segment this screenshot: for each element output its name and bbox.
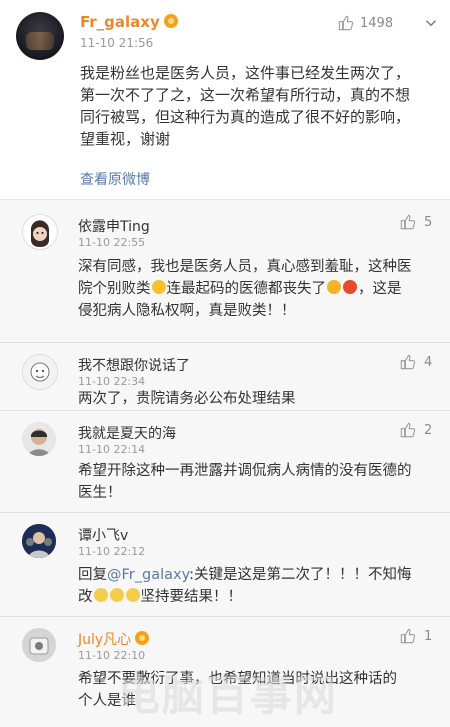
reply-username[interactable]: 我就是夏天的海 bbox=[78, 423, 176, 443]
avatar[interactable] bbox=[22, 354, 58, 390]
like-button[interactable]: 1498 bbox=[338, 12, 408, 34]
vip-badge-icon bbox=[163, 13, 178, 28]
avatar[interactable] bbox=[22, 524, 56, 558]
main-post: Fr_galaxy 11-10 21:56 1498 我是粉丝也是医务人员，这件… bbox=[0, 0, 450, 200]
list-item: 依露申Ting 11-10 22:55 5 深有同感，我也是医务人员，真心感到羞… bbox=[0, 200, 450, 343]
smile-emoji-icon bbox=[93, 588, 108, 602]
reply-timestamp: 11-10 22:10 bbox=[78, 649, 146, 662]
list-item: 我就是夏天的海 11-10 22:14 2 希望开除这种一再泄露并调侃病人病情的… bbox=[0, 410, 450, 513]
reply-username[interactable]: July凡心 bbox=[78, 629, 150, 649]
angry-emoji-icon bbox=[343, 280, 357, 294]
cartoon-girl-avatar-icon bbox=[24, 216, 56, 248]
thumbs-up-icon bbox=[400, 214, 416, 230]
mention-link[interactable]: @Fr_galaxy bbox=[107, 567, 189, 583]
crying-emoji-icon bbox=[327, 280, 341, 294]
avatar[interactable] bbox=[22, 422, 56, 456]
reply-timestamp: 11-10 22:34 bbox=[78, 375, 146, 388]
object-avatar-icon bbox=[22, 628, 56, 662]
avatar[interactable] bbox=[22, 214, 58, 250]
like-count: 1498 bbox=[360, 15, 394, 31]
reply-text: 两次了，贵院请务必公布处理结果 bbox=[78, 391, 296, 407]
chevron-down-icon bbox=[425, 20, 437, 27]
thumbs-up-icon bbox=[400, 628, 416, 644]
shocked-emoji-icon bbox=[151, 280, 166, 294]
reply-text: 深有同感，我也是医务人员，真心感到羞耻，这种医 院个别败类 连最起码的医德都丧失了… bbox=[78, 259, 412, 319]
reply-username[interactable]: 谭小飞v bbox=[78, 525, 128, 545]
reply-like-button[interactable]: 5 bbox=[400, 214, 432, 230]
watermark: 电脑百事网 bbox=[118, 671, 339, 720]
smile-emoji-icon bbox=[125, 588, 140, 602]
reply-like-button[interactable]: 1 bbox=[400, 628, 432, 644]
post-timestamp: 11-10 21:56 bbox=[80, 36, 154, 50]
vip-badge-icon bbox=[135, 631, 150, 645]
group-photo-avatar-icon bbox=[22, 524, 56, 558]
smile-emoji-icon bbox=[109, 588, 124, 602]
avatar[interactable] bbox=[22, 628, 56, 662]
list-item: 我不想跟你说话了 11-10 22:34 4 两次了，贵院请务必公布处理结果 bbox=[0, 342, 450, 411]
view-original-link[interactable]: 查看原微博 bbox=[80, 169, 150, 189]
reply-timestamp: 11-10 22:12 bbox=[78, 545, 146, 558]
sketch-avatar-icon bbox=[23, 355, 57, 389]
avatar[interactable] bbox=[16, 12, 64, 60]
reply-timestamp: 11-10 22:14 bbox=[78, 443, 146, 456]
post-username[interactable]: Fr_galaxy bbox=[80, 13, 178, 31]
reply-text: 回复@Fr_galaxy:关键是这是第二次了！！！不知悔 改坚持要结果！！ bbox=[78, 567, 412, 605]
reply-username[interactable]: 我不想跟你说话了 bbox=[78, 355, 190, 375]
reply-timestamp: 11-10 22:55 bbox=[78, 236, 146, 249]
post-text: 我是粉丝也是医务人员，这件事已经发生两次了， 第一次不了了之，这一次希望有所行动… bbox=[80, 64, 411, 148]
reply-like-button[interactable]: 4 bbox=[400, 354, 432, 370]
reply-like-button[interactable]: 2 bbox=[400, 422, 432, 438]
thumbs-up-icon bbox=[338, 15, 354, 31]
reply-text: 希望开除这种一再泄露并调侃病人病情的没有医德的 医生！ bbox=[78, 463, 412, 501]
list-item: 谭小飞v 11-10 22:12 回复@Fr_galaxy:关键是这是第二次了！… bbox=[0, 512, 450, 617]
reply-list: 依露申Ting 11-10 22:55 5 深有同感，我也是医务人员，真心感到羞… bbox=[0, 200, 450, 727]
person-avatar-icon bbox=[22, 422, 56, 456]
thumbs-up-icon bbox=[400, 354, 416, 370]
thumbs-up-icon bbox=[400, 422, 416, 438]
more-options-button[interactable] bbox=[420, 12, 442, 34]
reply-username[interactable]: 依露申Ting bbox=[78, 216, 150, 236]
